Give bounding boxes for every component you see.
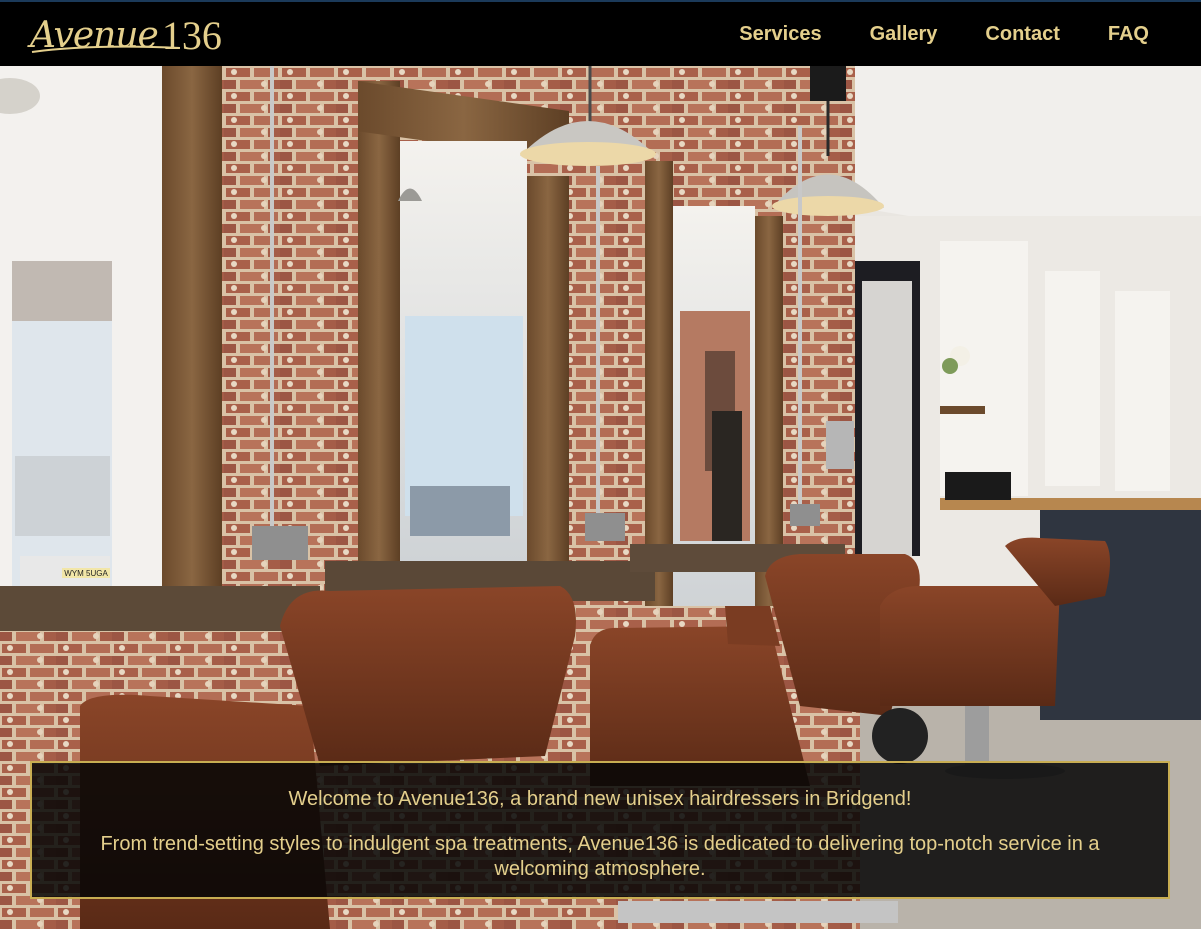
main-nav: Services Gallery Contact FAQ	[739, 2, 1149, 66]
nav-gallery-link[interactable]: Gallery	[870, 23, 938, 46]
car-plate-text: WYM 5UGA	[64, 569, 108, 578]
nav-faq-link[interactable]: FAQ	[1108, 23, 1149, 46]
site-header: Avenue 136 Services Gallery Contact FAQ	[0, 2, 1201, 66]
logo[interactable]: Avenue 136	[30, 8, 222, 58]
welcome-description: From trend-setting styles to indulgent s…	[100, 833, 1100, 880]
nav-services-link[interactable]: Services	[739, 23, 821, 46]
welcome-panel: Welcome to Avenue136, a brand new unisex…	[30, 761, 1170, 899]
welcome-headline: Welcome to Avenue136, a brand new unisex…	[288, 788, 912, 810]
logo-swash-icon	[31, 45, 181, 53]
nav-contact-link[interactable]: Contact	[985, 23, 1059, 46]
